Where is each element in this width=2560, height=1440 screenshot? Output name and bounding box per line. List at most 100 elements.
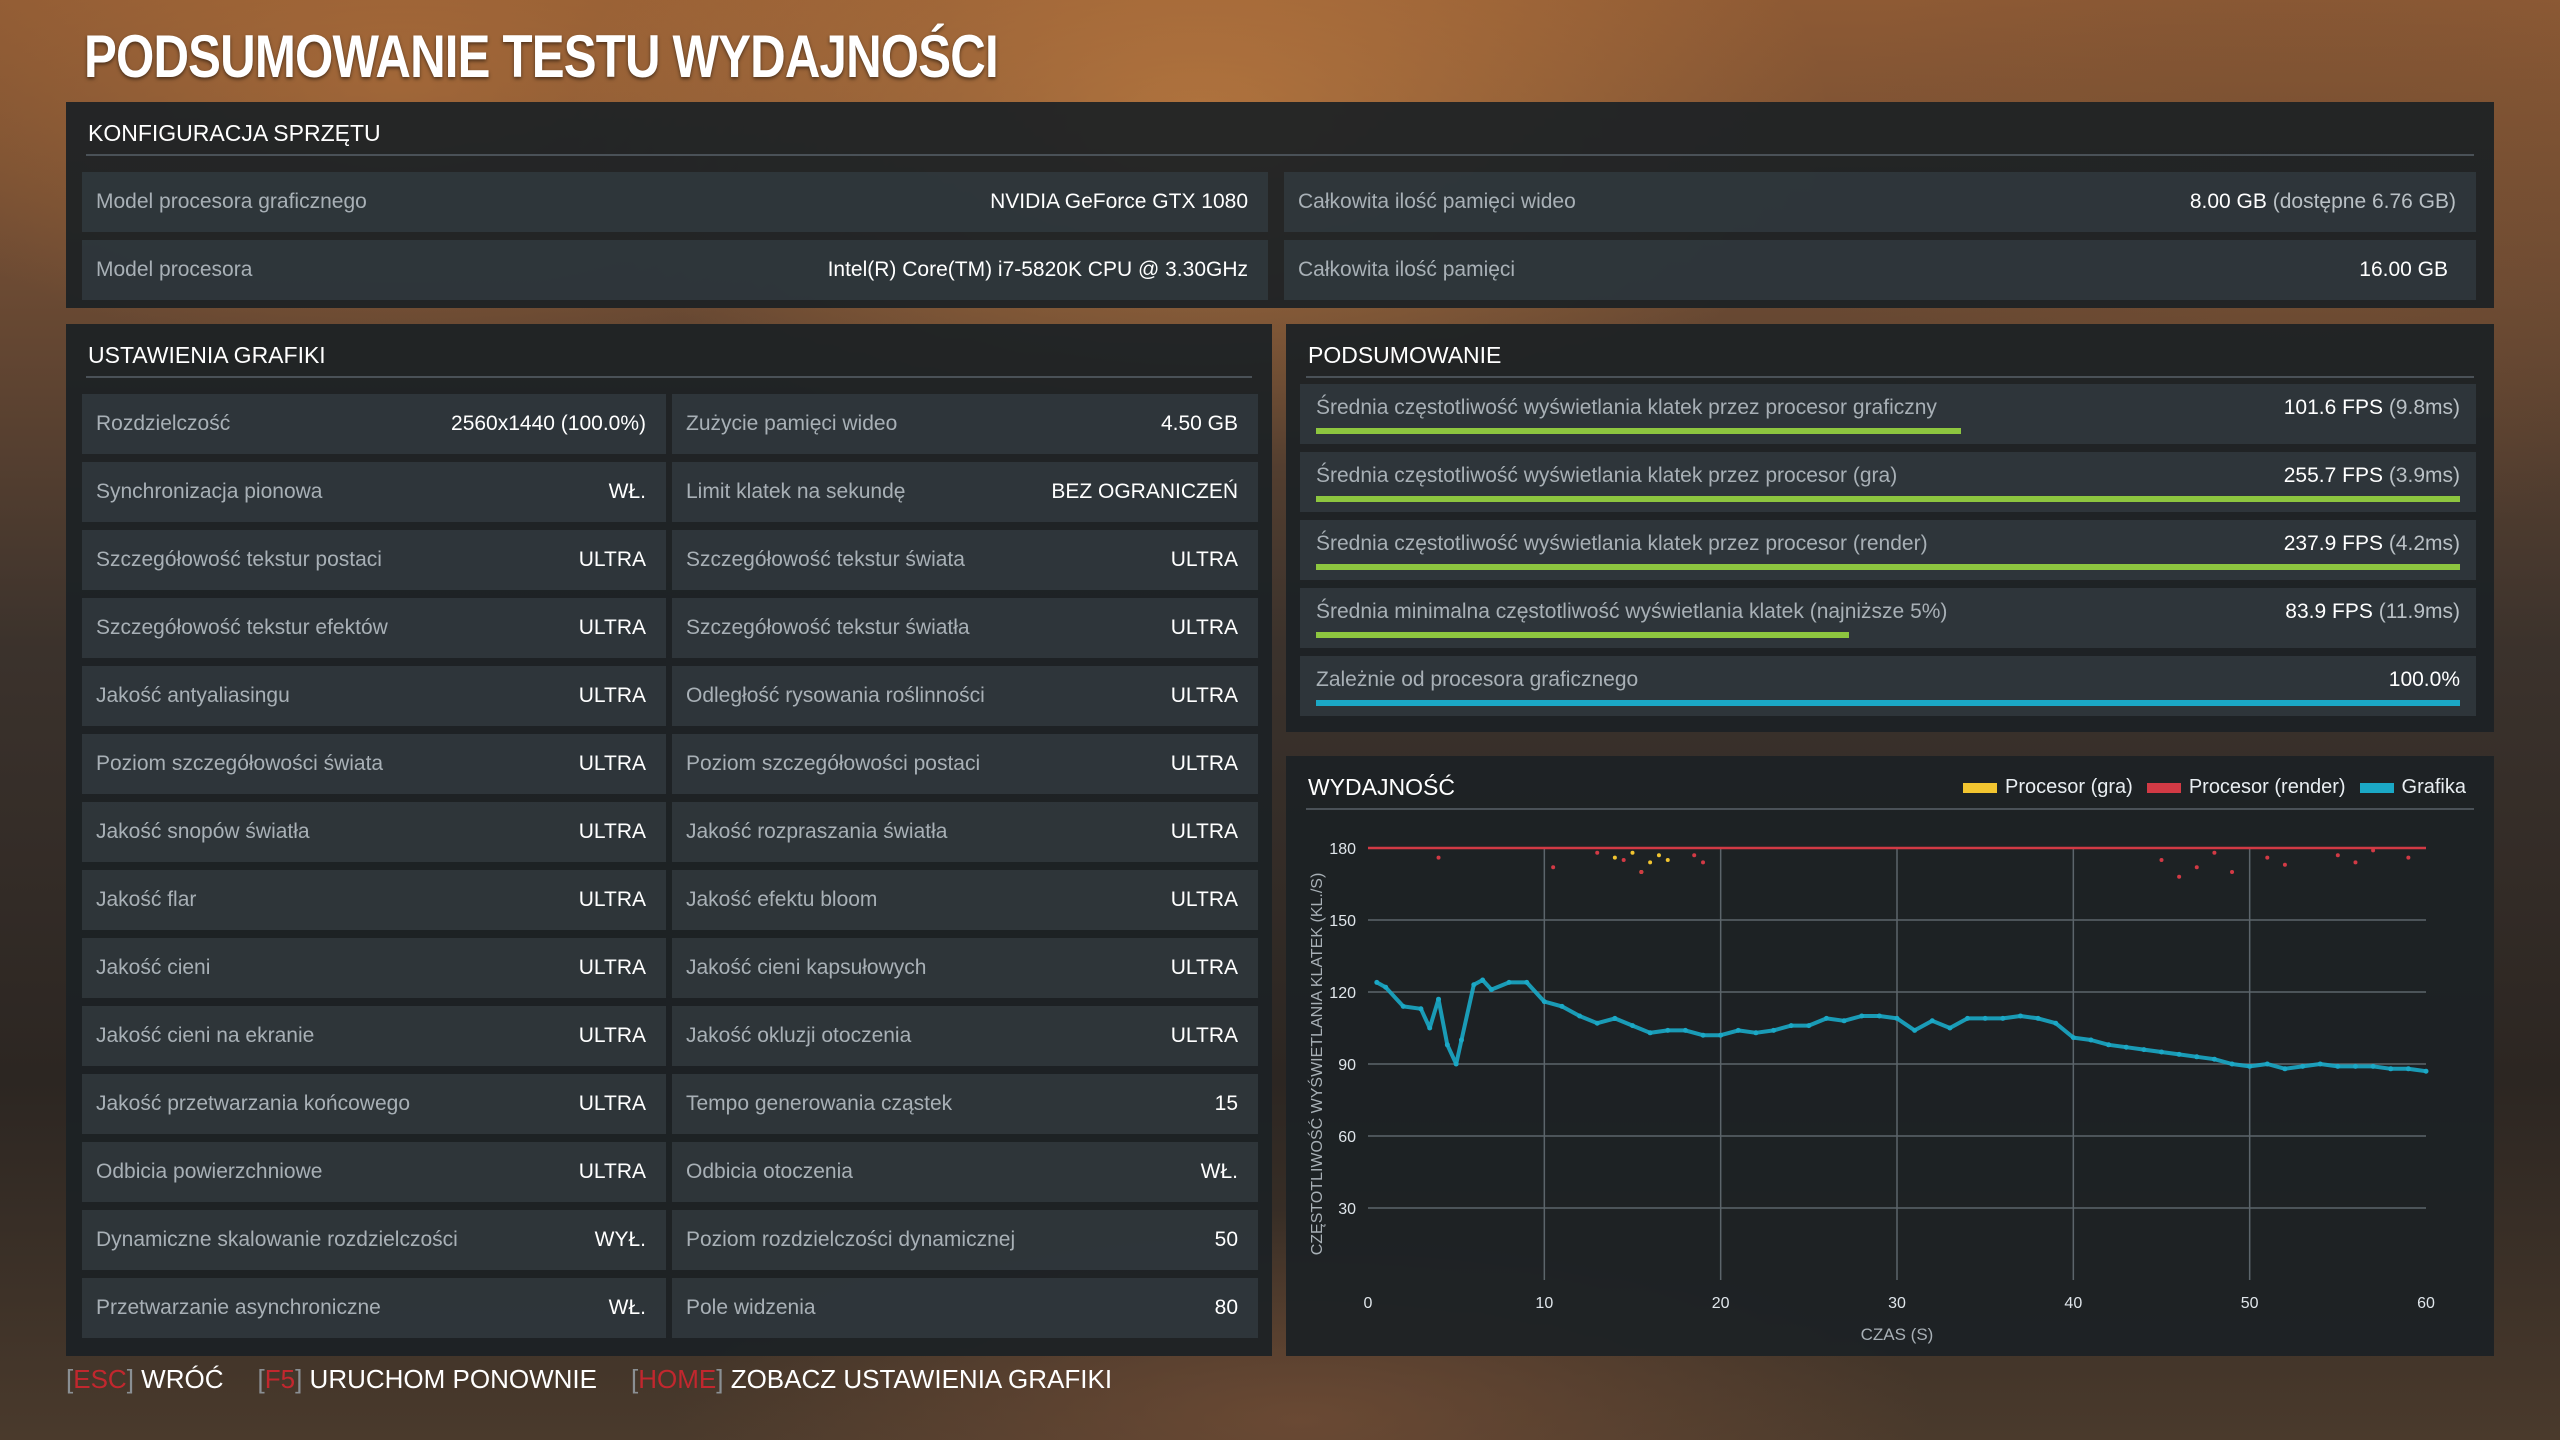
gpu-value: NVIDIA GeForce GTX 1080 [990, 190, 1248, 213]
back-action: WRÓĆ [141, 1364, 224, 1394]
setting-value: WŁ. [608, 480, 646, 503]
cpu-render-point [2194, 865, 2199, 870]
setting-value: ULTRA [578, 1092, 646, 1115]
summary-header: PODSUMOWANIE [1306, 324, 2474, 378]
setting-label: Odległość rysowania roślinności [686, 684, 985, 707]
chart-legend: Procesor (gra) Procesor (render) Grafika [1963, 776, 2466, 799]
legend-swatch-cpu-render [2146, 782, 2181, 793]
gpu-fps-point [2017, 1013, 2023, 1019]
setting-row: Jakość cieni kapsułowych ULTRA [672, 938, 1258, 998]
setting-row: Odbicia powierzchniowe ULTRA [82, 1142, 666, 1202]
setting-label: Jakość cieni na ekranie [96, 1024, 315, 1047]
footer-esc-key: [ESC] [66, 1364, 134, 1394]
setting-row: Synchronizacja pionowa WŁ. [82, 462, 666, 522]
legend-label-cpu-game: Procesor (gra) [2005, 776, 2133, 798]
gpu-fps-point [1436, 996, 1442, 1002]
setting-row: Odległość rysowania roślinności ULTRA [672, 666, 1258, 726]
gpu-fps-point [2370, 1063, 2376, 1069]
setting-row: Tempo generowania cząstek 15 [672, 1074, 1258, 1134]
vram-total: 8.00 GB [2189, 190, 2267, 213]
cpu-game-point [1612, 855, 1617, 860]
vram-row: Całkowita ilość pamięci wideo 8.00 GB (d… [1284, 172, 2476, 232]
gpu-fps-point [2300, 1063, 2306, 1069]
gpu-fps-point [1594, 1020, 1600, 1026]
gpu-fps-point [2000, 1015, 2006, 1021]
gpu-fps-point [1374, 979, 1380, 985]
gpu-fps-point [2229, 1061, 2235, 1067]
setting-row: Poziom rozdzielczości dynamicznej 50 [672, 1210, 1258, 1270]
summary-row: Średnia częstotliwość wyświetlania klate… [1300, 452, 2476, 512]
cpu-game-point [1656, 853, 1661, 858]
gpu-fps-point [2053, 1020, 2059, 1026]
setting-value: ULTRA [1170, 684, 1238, 707]
legend-item-cpu-game: Procesor (gra) [1963, 776, 2133, 799]
setting-value: BEZ OGRANICZEŃ [1051, 480, 1238, 503]
summary-value: 101.6 FPS (9.8ms) [2284, 384, 2460, 432]
summary-row: Średnia częstotliwość wyświetlania klate… [1300, 384, 2476, 444]
summary-label: Średnia częstotliwość wyświetlania klate… [1316, 464, 1898, 487]
setting-label: Jakość rozpraszania światła [686, 820, 948, 843]
gpu-fps-point [1718, 1032, 1724, 1038]
gpu-fps-point [2123, 1044, 2129, 1050]
setting-label: Synchronizacja pionowa [96, 480, 323, 503]
cpu-game-point [1665, 858, 1670, 862]
footer-home-key: [HOME] [630, 1364, 724, 1394]
summary-progress-bar [1316, 564, 2460, 570]
page-title: PODSUMOWANIE TESTU WYDAJNOŚCI [84, 23, 999, 90]
summary-value-ms: (4.2ms) [2388, 532, 2460, 555]
gpu-fps-point [1700, 1032, 1706, 1038]
summary-value-ms: (3.9ms) [2388, 464, 2460, 487]
legend-item-cpu-render: Procesor (render) [2146, 776, 2346, 799]
footer-f5-button[interactable]: [F5] URUCHOM PONOWNIE [258, 1364, 597, 1395]
gpu-fps-point [1524, 979, 1530, 985]
footer-esc-button[interactable]: [ESC] WRÓĆ [66, 1364, 224, 1395]
setting-label: Poziom rozdzielczości dynamicznej [686, 1228, 1016, 1251]
gpu-fps-point [1806, 1023, 1812, 1029]
x-tick-label: 60 [2417, 1295, 2435, 1312]
setting-value: ULTRA [578, 1024, 646, 1047]
setting-value: ULTRA [578, 888, 646, 911]
setting-value: ULTRA [578, 616, 646, 639]
hardware-header: KONFIGURACJA SPRZĘTU [86, 102, 2474, 156]
summary-label: Zależnie od procesora graficznego [1316, 668, 1639, 691]
y-tick-label: 180 [1329, 841, 1356, 858]
setting-row: Pole widzenia 80 [672, 1278, 1258, 1338]
summary-value: 255.7 FPS (3.9ms) [2284, 452, 2460, 500]
footer-home-button[interactable]: [HOME] ZOBACZ USTAWIENIA GRAFIKI [631, 1364, 1112, 1395]
vram-available: (dostępne 6.76 GB) [2272, 190, 2456, 213]
summary-row: Średnia minimalna częstotliwość wyświetl… [1300, 588, 2476, 648]
setting-value: 50 [1214, 1228, 1238, 1251]
setting-row: Jakość okluzji otoczenia ULTRA [672, 1006, 1258, 1066]
gpu-fps-point [1665, 1027, 1671, 1033]
setting-row: Jakość cieni ULTRA [82, 938, 666, 998]
gpu-fps-point [2176, 1051, 2182, 1057]
gpu-fps-point [2159, 1049, 2164, 1055]
gpu-fps-point [1823, 1015, 1829, 1021]
ram-value: 16.00 GB [2359, 258, 2448, 281]
setting-value: ULTRA [578, 752, 646, 775]
ram-label: Całkowita ilość pamięci [1298, 258, 1516, 281]
footer-f5-key: [F5] [257, 1364, 303, 1394]
cpu-render-point [2371, 848, 2376, 853]
legend-swatch-gpu [2359, 782, 2394, 793]
ram-row: Całkowita ilość pamięci 16.00 GB [1284, 240, 2476, 300]
cpu-render-point [1692, 853, 1697, 858]
gpu-fps-point [1771, 1027, 1777, 1033]
summary-row: Średnia częstotliwość wyświetlania klate… [1300, 520, 2476, 580]
setting-label: Szczegółowość tekstur światła [686, 616, 970, 639]
setting-label: Jakość snopów światła [96, 820, 310, 843]
summary-value-main: 100.0% [2388, 668, 2460, 691]
setting-row: Szczegółowość tekstur świata ULTRA [672, 530, 1258, 590]
summary-progress-bar [1316, 496, 2460, 502]
gpu-fps-point [1947, 1025, 1953, 1031]
setting-label: Jakość efektu bloom [686, 888, 878, 911]
summary-progress-bar [1316, 700, 2460, 706]
setting-row: Limit klatek na sekundę BEZ OGRANICZEŃ [672, 462, 1258, 522]
gpu-fps-point [1841, 1018, 1847, 1024]
setting-value: WYŁ. [594, 1228, 646, 1251]
gpu-fps-point [1894, 1015, 1900, 1021]
x-tick-label: 30 [1888, 1295, 1906, 1312]
gpu-fps-point [1506, 979, 1512, 985]
setting-label: Jakość cieni [96, 956, 211, 979]
legend-item-gpu: Grafika [2359, 776, 2466, 799]
